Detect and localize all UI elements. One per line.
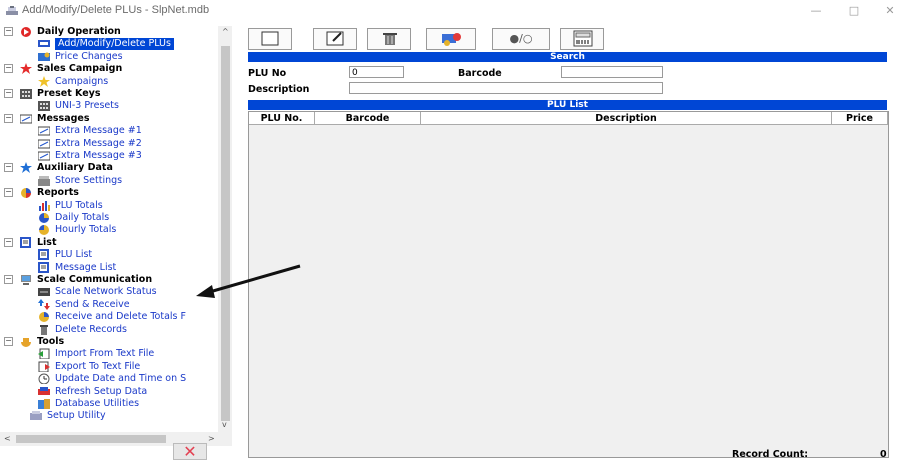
annotation-arrow: [196, 264, 301, 298]
